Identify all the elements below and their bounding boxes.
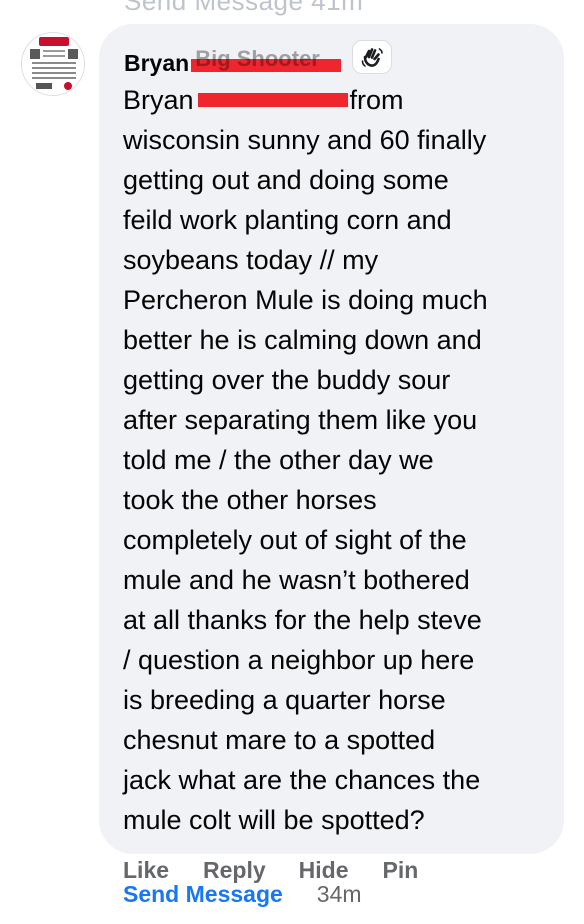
waving-hand-glyph (361, 48, 383, 67)
comment-actions: Like Reply Hide Pin (123, 857, 418, 884)
avatar-image (22, 33, 84, 95)
author-first-name[interactable]: Bryan (124, 50, 189, 77)
comment-line: feild work planting corn and (123, 205, 452, 235)
comment-line: wisconsin sunny and 60 finally (123, 125, 487, 155)
comment-timestamp[interactable]: 34m (317, 881, 362, 908)
comment-line: jack what are the chances the (123, 765, 481, 795)
redaction-bar (197, 93, 348, 107)
comment-line: took the other horses (123, 485, 377, 515)
comment-author[interactable]: Bryan Big Shooter (124, 46, 342, 80)
comment-first-line: Bryan from (123, 80, 553, 120)
redacted-surname-text: Big Shooter (195, 45, 320, 71)
comment-thread: Send Message 41m Bryan Big Shooter Bryan… (0, 0, 584, 924)
comment-line: soybeans today // my (123, 245, 379, 275)
redacted-surname: Big Shooter (191, 46, 342, 72)
comment-first-tail: from (349, 85, 404, 115)
hide-button[interactable]: Hide (299, 857, 349, 884)
comment-line: after separating them like you (123, 405, 478, 435)
comment-line: better he is calming down and (123, 325, 482, 355)
avatar[interactable] (21, 32, 85, 96)
previous-comment-actions-clipped: Send Message 41m (124, 0, 364, 16)
comment-line: told me / the other day we (123, 445, 434, 475)
comment-line: getting over the buddy sour (123, 365, 451, 395)
reply-button[interactable]: Reply (203, 857, 266, 884)
comment-line: completely out of sight of the (123, 525, 467, 555)
like-button[interactable]: Like (123, 857, 169, 884)
comment-line: mule colt will be spotted? (123, 805, 425, 835)
comment-text: Bryan from wisconsin sunny and 60 finall… (123, 80, 553, 840)
comment-line: mule and he wasn’t bothered (123, 565, 470, 595)
comment-line: is breeding a quarter horse (123, 685, 446, 715)
comment-line: getting out and doing some (123, 165, 449, 195)
comment-line: chesnut mare to a spotted (123, 725, 436, 755)
comment-line: / question a neighbor up here (123, 645, 475, 675)
waving-hand-icon (352, 40, 392, 74)
pin-button[interactable]: Pin (383, 857, 419, 884)
send-message-link[interactable]: Send Message (123, 881, 283, 908)
comment-line: at all thanks for the help steve (123, 605, 482, 635)
comment-meta-row: Send Message 34m (123, 881, 362, 908)
comment-line: Percheron Mule is doing much (123, 285, 488, 315)
comment-first-word: Bryan (123, 85, 194, 115)
